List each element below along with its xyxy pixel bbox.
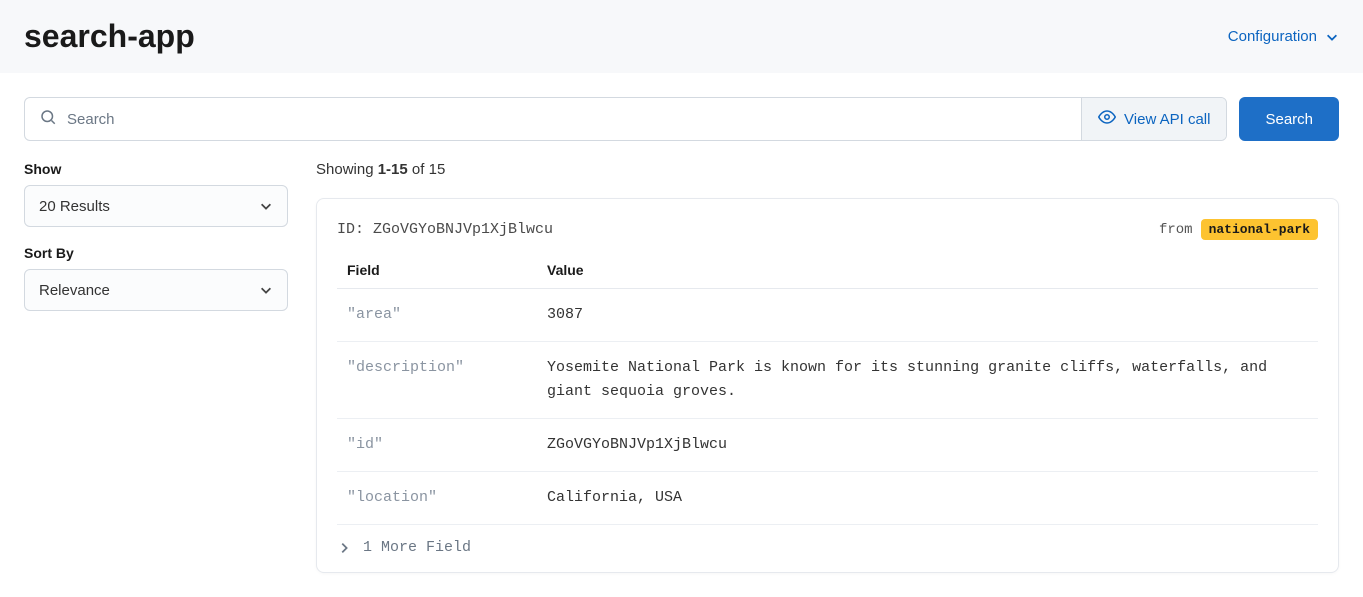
field-value: Yosemite National Park is known for its … xyxy=(537,342,1318,419)
results-summary-range: 1-15 xyxy=(378,161,408,178)
show-label: Show xyxy=(24,161,288,177)
table-header-field: Field xyxy=(337,254,537,289)
eye-icon xyxy=(1098,108,1116,130)
show-select[interactable]: 20 Results xyxy=(24,185,288,227)
source-badge: national-park xyxy=(1201,219,1318,240)
sidebar: Show 20 Results Sort By Relevance xyxy=(24,161,288,573)
table-row: "id" ZGoVGYoBNJVp1XjBlwcu xyxy=(337,419,1318,472)
field-key: "area" xyxy=(337,289,537,342)
result-header: ID: ZGoVGYoBNJVp1XjBlwcu from national-p… xyxy=(337,219,1318,240)
result-from: from national-park xyxy=(1159,219,1318,240)
table-header-value: Value xyxy=(537,254,1318,289)
results-summary: Showing 1-15 of 15 xyxy=(316,161,1339,178)
search-bar-row: View API call Search xyxy=(24,97,1339,141)
result-id-label: ID: xyxy=(337,221,373,238)
search-button[interactable]: Search xyxy=(1239,97,1339,141)
results-summary-prefix: Showing xyxy=(316,161,378,178)
field-value: 3087 xyxy=(537,289,1318,342)
sort-by-select-value: Relevance xyxy=(39,282,110,299)
view-api-call-button[interactable]: View API call xyxy=(1081,98,1226,140)
results-summary-middle: of xyxy=(408,161,429,178)
chevron-down-icon xyxy=(259,283,273,297)
configuration-label: Configuration xyxy=(1228,28,1317,45)
chevron-down-icon xyxy=(1325,30,1339,44)
table-row: "description" Yosemite National Park is … xyxy=(337,342,1318,419)
chevron-right-icon xyxy=(337,541,351,555)
app-title: search-app xyxy=(24,18,195,55)
show-select-value: 20 Results xyxy=(39,198,110,215)
table-row: "area" 3087 xyxy=(337,289,1318,342)
search-icon xyxy=(39,108,57,131)
table-row: "location" California, USA xyxy=(337,472,1318,525)
results-area: Showing 1-15 of 15 ID: ZGoVGYoBNJVp1XjBl… xyxy=(316,161,1339,573)
field-table: Field Value "area" 3087 "description" Yo… xyxy=(337,254,1318,525)
field-value: ZGoVGYoBNJVp1XjBlwcu xyxy=(537,419,1318,472)
more-fields-toggle[interactable]: 1 More Field xyxy=(337,525,1318,556)
chevron-down-icon xyxy=(259,199,273,213)
result-card: ID: ZGoVGYoBNJVp1XjBlwcu from national-p… xyxy=(316,198,1339,573)
more-fields-label: 1 More Field xyxy=(363,539,471,556)
field-key: "id" xyxy=(337,419,537,472)
results-summary-total: 15 xyxy=(429,161,446,178)
result-id-value: ZGoVGYoBNJVp1XjBlwcu xyxy=(373,221,553,238)
configuration-dropdown[interactable]: Configuration xyxy=(1228,28,1339,45)
result-id: ID: ZGoVGYoBNJVp1XjBlwcu xyxy=(337,221,553,238)
view-api-call-label: View API call xyxy=(1124,111,1210,128)
sort-by-select[interactable]: Relevance xyxy=(24,269,288,311)
search-wrapper: View API call xyxy=(24,97,1227,141)
field-value: California, USA xyxy=(537,472,1318,525)
field-key: "location" xyxy=(337,472,537,525)
result-from-label: from xyxy=(1159,222,1193,238)
header-bar: search-app Configuration xyxy=(0,0,1363,73)
search-input-container xyxy=(25,98,1081,140)
field-key: "description" xyxy=(337,342,537,419)
search-input[interactable] xyxy=(67,98,1067,140)
sort-by-label: Sort By xyxy=(24,245,288,261)
